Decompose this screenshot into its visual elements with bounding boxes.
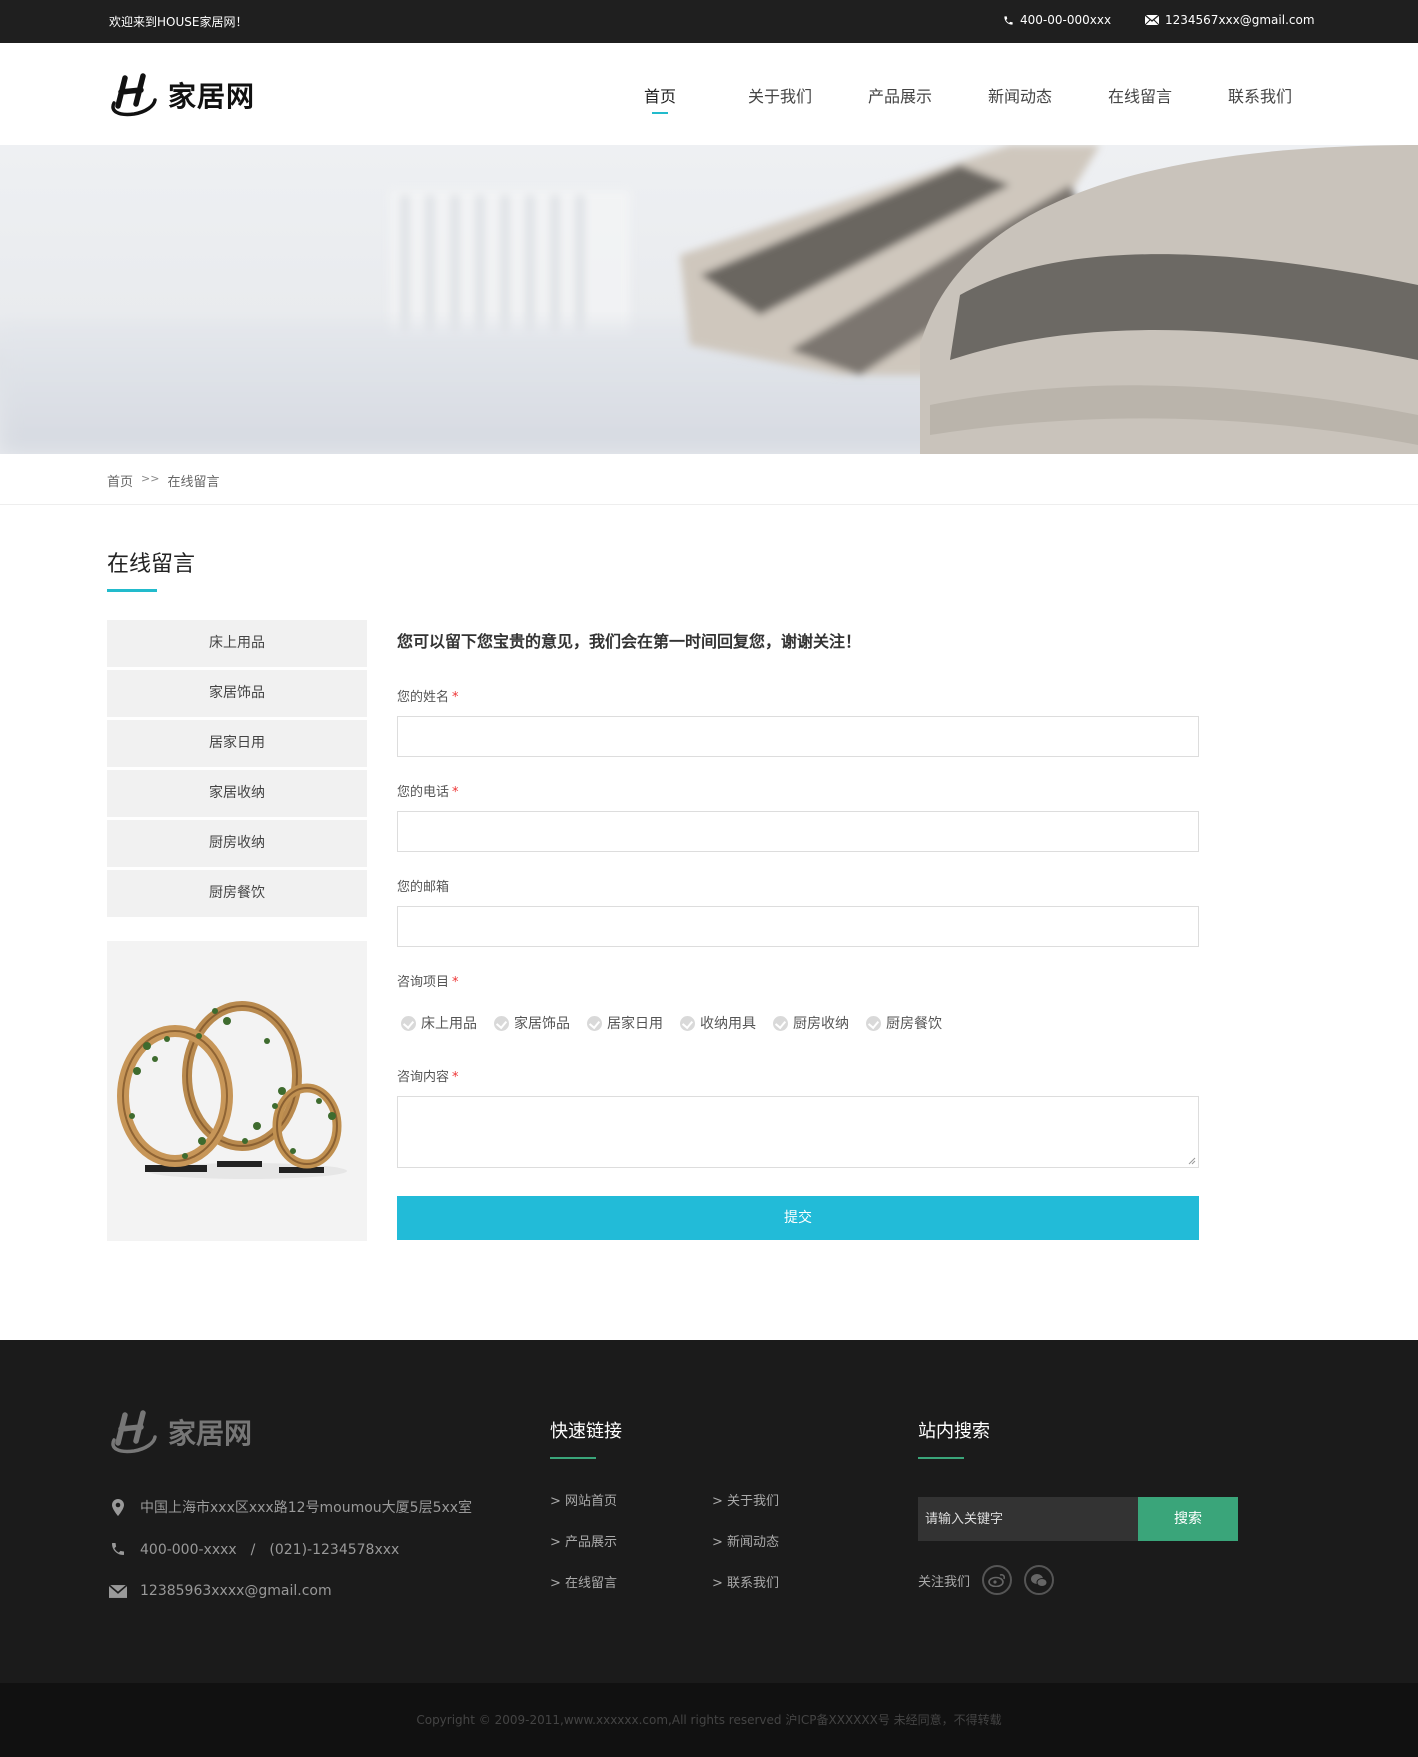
quick-links-title: 快速链接 xyxy=(550,1421,622,1442)
mail-icon xyxy=(109,1584,127,1598)
check-icon xyxy=(866,1015,881,1031)
logo-mark-icon xyxy=(111,73,157,117)
footer-link-home[interactable]: > 网站首页 xyxy=(550,1490,712,1509)
check-icon xyxy=(773,1015,788,1031)
phone-icon xyxy=(112,1543,124,1555)
footer-logo[interactable]: 家居网 xyxy=(108,1410,252,1454)
welcome-text: 欢迎来到HOUSE家居网！ xyxy=(109,15,248,29)
sidebar-item-kitchen-storage[interactable]: 厨房收纳 xyxy=(107,820,367,867)
title-underline xyxy=(107,589,157,592)
message-form: 您可以留下您宝贵的意见，我们会在第一时间回复您，谢谢关注！ 您的姓名 * 您的电话… xyxy=(397,620,1199,1240)
footer-link-products[interactable]: > 产品展示 xyxy=(550,1531,712,1550)
topbar-phone-text: 400-00-000xxx xyxy=(1020,13,1112,27)
breadcrumb-separator: >> xyxy=(141,472,160,485)
quick-links-underline xyxy=(550,1457,596,1459)
content-label: 咨询内容 * xyxy=(397,1070,459,1085)
nav-about[interactable]: 关于我们 xyxy=(720,43,840,145)
sidebar-item-decor[interactable]: 家居饰品 xyxy=(107,670,367,717)
footer-contact: 中国上海市xxx区xxx路12号moumou大厦5层5xx室 400-000-x… xyxy=(108,1486,472,1612)
quick-links: > 网站首页 > 关于我们 > 产品展示 > 新闻动态 > 在线留言 > 联系我… xyxy=(550,1490,880,1591)
phone-field[interactable] xyxy=(397,811,1199,852)
main-nav: 首页 关于我们 产品展示 新闻动态 在线留言 联系我们 xyxy=(600,43,1320,145)
top-bar: 欢迎来到HOUSE家居网！ 400-00-000xxx 1234567xxx@g… xyxy=(0,0,1418,43)
sidebar-item-bedding[interactable]: 床上用品 xyxy=(107,620,367,667)
nav-contact[interactable]: 联系我们 xyxy=(1200,43,1320,145)
footer-phone: 400-000-xxxx / (021)-1234578xxx xyxy=(108,1528,472,1570)
submit-button[interactable]: 提交 xyxy=(397,1196,1199,1240)
follow-us: 关注我们 xyxy=(918,1565,1055,1595)
footer-link-news[interactable]: > 新闻动态 xyxy=(712,1531,874,1550)
copyright: Copyright © 2009-2011,www.xxxxxx.com,All… xyxy=(0,1683,1418,1757)
sidebar-item-kitchen-dining[interactable]: 厨房餐饮 xyxy=(107,870,367,917)
mail-icon xyxy=(1145,15,1159,25)
breadcrumb-home[interactable]: 首页 xyxy=(107,471,133,490)
footer-link-message[interactable]: > 在线留言 xyxy=(550,1572,712,1591)
content-textarea[interactable] xyxy=(397,1096,1199,1168)
form-intro: 您可以留下您宝贵的意见，我们会在第一时间回复您，谢谢关注！ xyxy=(397,632,862,651)
nav-products[interactable]: 产品展示 xyxy=(840,43,960,145)
resize-handle-icon[interactable] xyxy=(1188,1157,1196,1165)
option-storage[interactable]: 收纳用具 xyxy=(680,1013,756,1033)
check-icon xyxy=(401,1015,416,1031)
topbar-email-text: 1234567xxx@gmail.com xyxy=(1165,13,1315,27)
nav-home[interactable]: 首页 xyxy=(600,43,720,145)
breadcrumb: 首页 >> 在线留言 xyxy=(0,454,1418,505)
site-logo[interactable]: 家居网 xyxy=(108,73,255,117)
phone-label: 您的电话 * xyxy=(397,785,459,800)
page-title: 在线留言 xyxy=(107,552,196,577)
footer: 家居网 中国上海市xxx区xxx路12号moumou大厦5层5xx室 400-0… xyxy=(0,1340,1418,1683)
footer-email[interactable]: 12385963xxxx@gmail.com xyxy=(108,1570,472,1612)
site-search-underline xyxy=(918,1457,964,1459)
header: 家居网 首页 关于我们 产品展示 新闻动态 在线留言 联系我们 xyxy=(0,43,1418,145)
name-label: 您的姓名 * xyxy=(397,690,459,705)
project-label: 咨询项目 * xyxy=(397,975,459,990)
name-field[interactable] xyxy=(397,716,1199,757)
site-search-title: 站内搜索 xyxy=(918,1421,990,1442)
footer-link-about[interactable]: > 关于我们 xyxy=(712,1490,874,1509)
footer-logo-text: 家居网 xyxy=(168,1417,253,1450)
bamboo-rings-decor-image xyxy=(117,1001,347,1179)
weibo-icon[interactable] xyxy=(982,1565,1013,1595)
site-search: 搜索 xyxy=(918,1497,1238,1541)
product-image xyxy=(107,941,367,1241)
logo-text: 家居网 xyxy=(168,80,256,113)
check-icon xyxy=(680,1015,695,1031)
option-bedding[interactable]: 床上用品 xyxy=(401,1013,477,1033)
breadcrumb-current: 在线留言 xyxy=(167,475,220,490)
option-kitchen-dining[interactable]: 厨房餐饮 xyxy=(866,1013,942,1033)
pillow-banner-image xyxy=(0,145,1418,454)
option-kitchen-storage[interactable]: 厨房收纳 xyxy=(773,1013,849,1033)
location-icon xyxy=(112,1498,124,1516)
search-input[interactable] xyxy=(918,1497,1138,1541)
email-field[interactable] xyxy=(397,906,1199,947)
nav-message[interactable]: 在线留言 xyxy=(1080,43,1200,145)
category-sidebar: 床上用品 家居饰品 居家日用 家居收纳 厨房收纳 厨房餐饮 xyxy=(107,620,367,920)
topbar-email[interactable]: 1234567xxx@gmail.com xyxy=(1145,13,1315,27)
sidebar-item-daily[interactable]: 居家日用 xyxy=(107,720,367,767)
option-decor[interactable]: 家居饰品 xyxy=(494,1013,570,1033)
option-daily[interactable]: 居家日用 xyxy=(587,1013,663,1033)
sidebar-item-storage[interactable]: 家居收纳 xyxy=(107,770,367,817)
wechat-icon[interactable] xyxy=(1024,1565,1055,1595)
email-label: 您的邮箱 xyxy=(397,880,450,895)
check-icon xyxy=(494,1015,509,1031)
hero-banner xyxy=(0,145,1418,454)
footer-address: 中国上海市xxx区xxx路12号moumou大厦5层5xx室 xyxy=(108,1486,472,1528)
nav-news[interactable]: 新闻动态 xyxy=(960,43,1080,145)
footer-link-contact[interactable]: > 联系我们 xyxy=(712,1572,874,1591)
phone-icon xyxy=(1004,15,1013,25)
topbar-phone: 400-00-000xxx xyxy=(1003,13,1111,27)
follow-label: 关注我们 xyxy=(918,1574,971,1590)
search-button[interactable]: 搜索 xyxy=(1138,1497,1238,1541)
project-options: 床上用品 家居饰品 居家日用 收纳用具 厨房收纳 厨房餐饮 xyxy=(401,1013,959,1033)
logo-mark-icon xyxy=(111,1410,157,1454)
check-icon xyxy=(587,1015,602,1031)
